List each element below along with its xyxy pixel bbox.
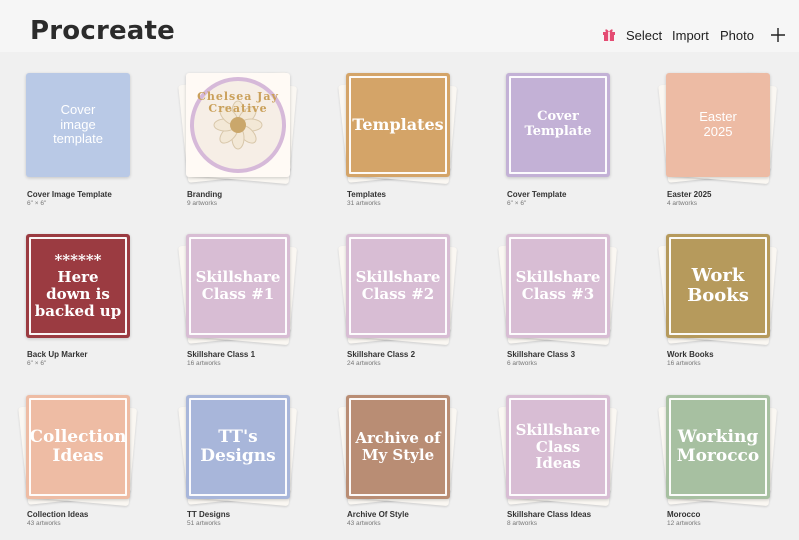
artwork-meta: 9 artworks xyxy=(187,200,217,207)
stack-tile[interactable]: Skillshare Class #1 xyxy=(178,233,298,346)
artwork-name[interactable]: Skillshare Class 2 xyxy=(347,350,415,359)
stack-tile[interactable]: Skillshare Class #3 xyxy=(498,233,618,346)
stack-tile[interactable]: Templates xyxy=(338,72,458,185)
artwork-name[interactable]: Templates xyxy=(347,190,386,199)
artwork-meta: 12 artworks xyxy=(667,520,701,527)
photo-button[interactable]: Photo xyxy=(720,28,754,43)
top-bar: Procreate Select Import Photo xyxy=(0,0,799,52)
stack-tile[interactable]: Skillshare Class Ideas xyxy=(498,394,618,507)
artwork-name[interactable]: Collection Ideas xyxy=(27,510,88,519)
artwork-meta: 6" × 6" xyxy=(27,200,47,207)
cover-title: Skillshare Class #1 xyxy=(195,268,281,303)
artwork-meta: 43 artworks xyxy=(347,520,381,527)
cover-thumbnail: Chelsea Jay Creative xyxy=(186,73,290,177)
cover-thumbnail: Skillshare Class #1 xyxy=(186,234,290,338)
cover-title: ****** Here down is backed up xyxy=(34,250,122,321)
artwork-meta: 16 artworks xyxy=(187,360,221,367)
cover-thumbnail: TT's Designs xyxy=(186,395,290,499)
cover-thumbnail: Easter 2025 xyxy=(666,73,770,177)
cover-title: Chelsea Jay Creative xyxy=(197,90,279,116)
cover-title: TT's Designs xyxy=(200,426,276,466)
plus-icon[interactable] xyxy=(770,27,786,43)
stack-tile[interactable]: TT's Designs xyxy=(178,394,298,507)
cover-thumbnail: Skillshare Class #2 xyxy=(346,234,450,338)
artwork-name[interactable]: TT Designs xyxy=(187,510,230,519)
artwork-meta: 4 artworks xyxy=(667,200,697,207)
cover-thumbnail: Cover Template xyxy=(506,73,610,177)
stack-tile[interactable]: Archive of My Style xyxy=(338,394,458,507)
artwork-name[interactable]: Skillshare Class Ideas xyxy=(507,510,591,519)
artwork-tile[interactable]: Cover image template xyxy=(26,73,136,183)
artwork-meta: 16 artworks xyxy=(667,360,701,367)
artwork-name[interactable]: Easter 2025 xyxy=(667,190,711,199)
import-button[interactable]: Import xyxy=(672,28,709,43)
artwork-meta: 24 artworks xyxy=(347,360,381,367)
cover-title: Skillshare Class Ideas xyxy=(515,420,601,473)
cover-thumbnail: Archive of My Style xyxy=(346,395,450,499)
artwork-meta: 43 artworks xyxy=(27,520,61,527)
cover-title: Working Morocco xyxy=(676,426,760,466)
cover-title: Cover Template xyxy=(524,109,592,139)
artwork-name[interactable]: Morocco xyxy=(667,510,700,519)
gift-icon[interactable] xyxy=(602,27,616,41)
artwork-name[interactable]: Skillshare Class 3 xyxy=(507,350,575,359)
cover-thumbnail: Skillshare Class #3 xyxy=(506,234,610,338)
cover-title: Templates xyxy=(352,115,444,135)
artwork-name[interactable]: Cover Image Template xyxy=(27,190,112,199)
cover-title: Skillshare Class #2 xyxy=(355,268,441,303)
artwork-meta: 6 artworks xyxy=(507,360,537,367)
cover-title: Work Books xyxy=(687,264,749,306)
cover-thumbnail: Cover image template xyxy=(26,73,130,177)
stack-tile[interactable]: Work Books xyxy=(658,233,778,346)
artwork-name[interactable]: Work Books xyxy=(667,350,714,359)
select-button[interactable]: Select xyxy=(626,28,662,43)
artwork-name[interactable]: Back Up Marker xyxy=(27,350,87,359)
stack-tile[interactable]: Skillshare Class #2 xyxy=(338,233,458,346)
cover-title: Archive of My Style xyxy=(355,429,441,464)
artwork-meta: 31 artworks xyxy=(347,200,381,207)
artwork-name[interactable]: Skillshare Class 1 xyxy=(187,350,255,359)
artwork-name[interactable]: Cover Template xyxy=(507,190,566,199)
cover-thumbnail: Work Books xyxy=(666,234,770,338)
artwork-meta: 6" × 6" xyxy=(27,360,47,367)
artwork-meta: 8 artworks xyxy=(507,520,537,527)
cover-thumbnail: ****** Here down is backed up xyxy=(26,234,130,338)
cover-title: Skillshare Class #3 xyxy=(515,268,601,303)
cover-title: Easter 2025 xyxy=(699,109,737,139)
cover-title: Cover image template xyxy=(53,102,103,147)
app-title: Procreate xyxy=(30,16,176,46)
stack-tile[interactable]: Collection Ideas xyxy=(18,394,138,507)
cover-title: Collection Ideas xyxy=(29,426,127,466)
artwork-meta: 51 artworks xyxy=(187,520,221,527)
artwork-tile[interactable]: ****** Here down is backed up xyxy=(26,234,136,344)
artwork-tile[interactable]: Cover Template xyxy=(506,73,616,183)
artwork-name[interactable]: Branding xyxy=(187,190,222,199)
cover-thumbnail: Templates xyxy=(346,73,450,177)
artwork-meta: 6" × 6" xyxy=(507,200,527,207)
cover-thumbnail: Skillshare Class Ideas xyxy=(506,395,610,499)
cover-thumbnail: Working Morocco xyxy=(666,395,770,499)
cover-thumbnail: Collection Ideas xyxy=(26,395,130,499)
artwork-name[interactable]: Archive Of Style xyxy=(347,510,409,519)
stack-tile[interactable]: Chelsea Jay Creative xyxy=(178,72,298,185)
stack-tile[interactable]: Easter 2025 xyxy=(658,72,778,185)
stack-tile[interactable]: Working Morocco xyxy=(658,394,778,507)
